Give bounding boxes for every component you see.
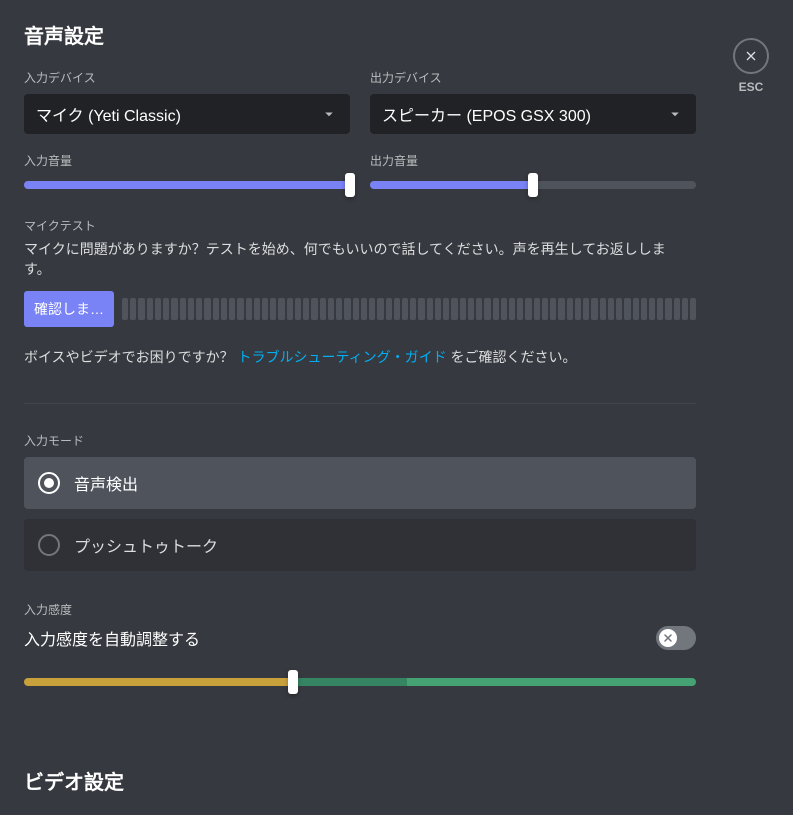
input-device-label: 入力デバイス — [24, 69, 350, 86]
voice-settings-heading: 音声設定 — [24, 20, 696, 49]
sensitivity-mid — [293, 678, 407, 686]
output-volume-slider[interactable] — [370, 181, 696, 189]
input-mode-group: 音声検出プッシュトゥトーク — [24, 457, 696, 571]
close-button[interactable] — [733, 38, 769, 74]
sensitivity-above-threshold — [407, 678, 696, 686]
video-settings-heading: ビデオ設定 — [24, 766, 696, 795]
input-device-value: マイク (Yeti Classic) — [36, 102, 181, 126]
troubleshoot-text: ボイスやビデオでお困りですか？ トラブルシューティング・ガイド をご確認ください… — [24, 347, 696, 367]
output-volume-label: 出力音量 — [370, 152, 696, 169]
radio-icon — [38, 472, 60, 494]
divider — [24, 403, 696, 404]
close-icon — [662, 632, 674, 644]
output-device-value: スピーカー (EPOS GSX 300) — [382, 102, 591, 126]
auto-sensitivity-label: 入力感度を自動調整する — [24, 626, 200, 650]
mic-level-meter — [122, 298, 696, 320]
input-volume-fill — [24, 181, 350, 189]
input-volume-slider[interactable] — [24, 181, 350, 189]
mic-test-button[interactable]: 確認しまし... — [24, 291, 114, 327]
toggle-knob — [659, 629, 677, 647]
input-volume-thumb[interactable] — [345, 173, 355, 197]
auto-sensitivity-toggle[interactable] — [656, 626, 696, 650]
input-mode-label: 入力モード — [24, 432, 696, 449]
troubleshoot-link[interactable]: トラブルシューティング・ガイド — [237, 349, 446, 365]
chevron-down-icon — [666, 105, 684, 123]
output-volume-fill — [370, 181, 533, 189]
sensitivity-thumb[interactable] — [288, 670, 298, 694]
output-device-label: 出力デバイス — [370, 69, 696, 86]
esc-label: ESC — [739, 80, 764, 94]
input-device-dropdown[interactable]: マイク (Yeti Classic) — [24, 94, 350, 134]
sensitivity-below-threshold — [24, 678, 293, 686]
radio-label: 音声検出 — [74, 471, 138, 495]
mic-test-title: マイクテスト — [24, 217, 696, 234]
chevron-down-icon — [320, 105, 338, 123]
input-mode-option-0[interactable]: 音声検出 — [24, 457, 696, 509]
radio-icon — [38, 534, 60, 556]
input-volume-label: 入力音量 — [24, 152, 350, 169]
output-device-dropdown[interactable]: スピーカー (EPOS GSX 300) — [370, 94, 696, 134]
radio-label: プッシュトゥトーク — [74, 533, 218, 557]
output-volume-thumb[interactable] — [528, 173, 538, 197]
input-mode-option-1[interactable]: プッシュトゥトーク — [24, 519, 696, 571]
mic-test-description: マイクに問題がありますか？テストを始め、何でもいいので話してください。声を再生し… — [24, 240, 696, 279]
sensitivity-slider[interactable] — [24, 678, 696, 686]
close-icon — [743, 48, 759, 64]
sensitivity-label: 入力感度 — [24, 601, 696, 618]
